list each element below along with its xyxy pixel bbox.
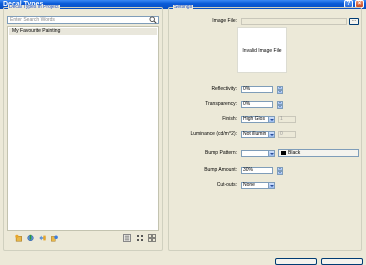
luminance-select[interactable]: Not illumin [241, 131, 275, 138]
bump-pattern-label: Bump Pattern: [205, 150, 237, 156]
bump-amount-spinner[interactable] [277, 167, 283, 175]
export-decal-icon[interactable] [50, 234, 59, 242]
transparency-input[interactable]: 0% [241, 101, 273, 108]
chevron-down-icon [268, 183, 274, 188]
search-placeholder: Enter Search Words [10, 17, 55, 23]
chevron-down-icon [268, 132, 274, 137]
bump-amount-input[interactable]: 30% [241, 167, 273, 174]
transparency-label: Transparency: [205, 101, 237, 107]
chevron-down-icon [268, 117, 274, 122]
finish-number: 1 [278, 116, 296, 123]
transparency-spinner[interactable] [277, 101, 283, 109]
finish-label: Finish: [222, 116, 237, 122]
list-item[interactable]: My Favourite Painting [9, 28, 157, 35]
settings-title: Settings [173, 4, 194, 10]
bump-color-button[interactable]: Black [278, 149, 359, 157]
preview-text: Invalid Image File [242, 48, 282, 54]
cutouts-select[interactable]: None [241, 182, 275, 189]
edit-decal-icon[interactable] [26, 234, 35, 242]
list-view-icon[interactable] [123, 234, 131, 242]
luminance-label: Luminance (cd/m^2): [190, 131, 237, 137]
reflectivity-label: Reflectivity: [211, 86, 237, 92]
chevron-down-icon [268, 151, 274, 156]
import-decal-icon[interactable] [38, 234, 47, 242]
image-file-field[interactable] [241, 18, 347, 25]
reflectivity-spinner[interactable] [277, 86, 283, 94]
image-preview: Invalid Image File [237, 27, 287, 73]
cancel-button[interactable] [321, 258, 363, 265]
browse-button[interactable]: ... [349, 18, 359, 25]
color-swatch [281, 151, 286, 155]
cutouts-label: Cut-outs: [216, 182, 237, 188]
new-decal-icon[interactable] [14, 234, 23, 242]
thumbnail-view-icon[interactable] [148, 234, 156, 242]
search-input[interactable]: Enter Search Words [7, 16, 159, 24]
bump-color-label: Black [288, 150, 301, 156]
luminance-number: 0 [278, 131, 296, 138]
decal-types-title: Decal Types in Project [8, 4, 60, 10]
luminance-value: Not illumin [243, 131, 267, 137]
reflectivity-input[interactable]: 0% [241, 86, 273, 93]
search-icon [149, 16, 157, 24]
cutouts-value: None [243, 182, 255, 188]
finish-select[interactable]: High Glos [241, 116, 275, 123]
finish-value: High Glos [243, 116, 265, 122]
bump-amount-label: Bump Amount: [204, 167, 237, 173]
decal-types-list[interactable]: My Favourite Painting [7, 26, 159, 231]
bump-pattern-select[interactable] [241, 150, 275, 157]
detail-view-icon[interactable] [136, 234, 144, 242]
image-file-label: Image File: [212, 18, 237, 24]
ok-button[interactable] [275, 258, 317, 265]
